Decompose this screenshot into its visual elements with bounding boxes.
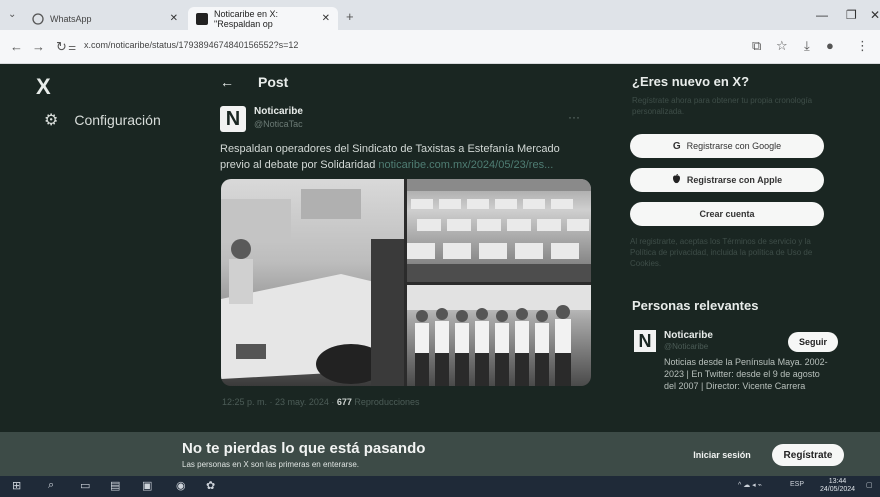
file-explorer-icon[interactable]: ▤ — [110, 479, 120, 492]
create-account-button[interactable]: Crear cuenta — [630, 202, 824, 226]
reload-icon[interactable]: ↻ — [56, 39, 67, 55]
tab-whatsapp[interactable]: WhatsApp ✕ — [24, 7, 186, 30]
tab-list-icon[interactable]: ⌄ — [8, 9, 16, 20]
signup-card: ¿Eres nuevo en X? Regístrate ahora para … — [620, 74, 840, 282]
store-icon[interactable]: ▣ — [142, 479, 152, 492]
x-logo[interactable]: X — [36, 74, 51, 100]
post-meta: 12:25 p. m. · 23 may. 2024 · 677 Reprodu… — [222, 397, 419, 407]
post-photo-taxi[interactable] — [221, 179, 404, 386]
signup-apple-button[interactable]: Registrarse con Apple — [630, 168, 824, 192]
apple-button-label: Registrarse con Apple — [686, 175, 783, 185]
menu-icon[interactable]: ⋮ — [856, 38, 869, 54]
back-arrow-icon[interactable]: ← — [220, 74, 234, 90]
post-author[interactable]: N Noticaribe @NoticaTac — [220, 106, 303, 132]
login-banner: No te pierdas lo que está pasando Las pe… — [0, 432, 880, 476]
whatsapp-icon — [32, 12, 44, 25]
signup-legal-text: Al registrarte, aceptas los Términos de … — [630, 237, 813, 268]
avatar[interactable]: N — [220, 106, 246, 132]
post-timestamp[interactable]: 12:25 p. m. · 23 may. 2024 · — [222, 397, 337, 407]
download-icon[interactable]: ⤓ — [804, 38, 810, 54]
relevant-people-card: Personas relevantes N Noticaribe @Notica… — [620, 290, 840, 422]
site-info-icon[interactable]: ⚌ — [68, 42, 76, 53]
language-indicator[interactable]: ESP — [790, 481, 804, 488]
login-button[interactable]: Iniciar sesión — [682, 444, 762, 466]
banner-subtitle: Las personas en X son las primeras en en… — [182, 460, 359, 469]
x-favicon-icon — [196, 12, 208, 25]
clock-time: 13:44 — [828, 478, 847, 485]
task-view-icon[interactable]: ▭ — [80, 479, 90, 492]
post-header: ← Post — [220, 74, 288, 90]
tab-label: WhatsApp — [50, 13, 92, 24]
page-title: Post — [258, 74, 289, 90]
google-icon: G — [672, 140, 681, 152]
banner-title: No te pierdas lo que está pasando — [182, 440, 426, 457]
post-photo-taxi-fleet[interactable] — [407, 179, 591, 282]
register-button[interactable]: Regístrate — [772, 444, 844, 466]
windows-start-icon[interactable]: ⊞ — [12, 479, 21, 492]
url-input[interactable]: x.com/noticaribe/status/1793894674840156… — [84, 40, 298, 50]
x-page: X ⚙ Configuración ← Post N Noticaribe @N… — [0, 64, 880, 432]
back-icon[interactable]: ← — [10, 39, 23, 54]
browser-tab-bar: ⌄ WhatsApp ✕ Noticaribe en X: "Respaldan… — [0, 0, 880, 30]
views-label: Reproducciones — [351, 397, 420, 407]
relevant-title: Personas relevantes — [632, 298, 759, 313]
address-bar: ← → ↻ ⚌ x.com/noticaribe/status/17938946… — [0, 30, 880, 64]
post-photo-group[interactable] — [407, 285, 591, 386]
taskbar: ⊞ ⌕ ▭ ▤ ▣ ◉ ✿ ^ ☁ ◂ ⌁ ESP 13:44 24/05/20… — [0, 476, 880, 497]
minimize-icon[interactable]: — — [816, 8, 828, 22]
restore-icon[interactable]: ❐ — [846, 8, 857, 22]
apple-icon — [672, 173, 681, 187]
more-options-icon[interactable]: ··· — [568, 110, 580, 124]
forward-icon[interactable]: → — [32, 39, 45, 54]
create-account-label: Crear cuenta — [699, 209, 755, 219]
sidebar-item-settings[interactable]: ⚙ Configuración — [44, 110, 161, 130]
relevant-handle[interactable]: @Noticaribe — [664, 342, 708, 351]
views-count: 677 — [336, 397, 352, 407]
screenshot-icon[interactable]: ⧉ — [752, 38, 761, 54]
chrome-icon[interactable]: ◉ — [176, 479, 186, 492]
follow-button[interactable]: Seguir — [788, 332, 838, 352]
relevant-bio: Noticias desde la Península Maya. 2002-2… — [664, 357, 828, 391]
settings-label: Configuración — [74, 112, 161, 128]
clock-date: 24/05/2024 — [820, 486, 856, 493]
signup-description: Regístrate ahora para obtener tu propia … — [632, 96, 813, 116]
new-tab-icon[interactable]: + — [346, 9, 354, 24]
photos-icon[interactable]: ✿ — [206, 479, 215, 492]
signup-title: ¿Eres nuevo en X? — [632, 74, 750, 89]
close-window-icon[interactable]: ✕ — [870, 8, 880, 22]
close-icon[interactable]: ✕ — [322, 13, 330, 24]
tab-label: Noticaribe en X: "Respaldan op — [214, 8, 279, 29]
clock[interactable]: 13:44 24/05/2024 — [820, 478, 855, 494]
post-text: Respaldan operadores del Sindicato de Ta… — [220, 141, 590, 173]
avatar[interactable]: N — [634, 330, 656, 352]
close-icon[interactable]: ✕ — [170, 13, 178, 24]
author-name[interactable]: Noticaribe — [254, 106, 303, 117]
gear-icon: ⚙ — [44, 112, 59, 129]
google-button-label: Registrarse con Google — [686, 141, 782, 151]
signup-google-button[interactable]: G Registrarse con Google — [630, 134, 824, 158]
tray-icons[interactable]: ^ ☁ ◂ ⌁ — [738, 481, 762, 489]
tab-noticaribe[interactable]: Noticaribe en X: "Respaldan op ✕ — [188, 7, 338, 30]
profile-icon[interactable]: ● — [826, 38, 834, 53]
search-icon[interactable]: ⌕ — [48, 479, 54, 492]
post-link[interactable]: noticaribe.com.mx/2024/05/23/res... — [378, 159, 553, 171]
star-icon[interactable]: ☆ — [776, 38, 788, 54]
notifications-icon[interactable]: ▢ — [866, 481, 873, 489]
relevant-name[interactable]: Noticaribe — [664, 330, 713, 341]
author-handle[interactable]: @NoticaTac — [254, 119, 303, 129]
post-media-grid — [221, 179, 591, 386]
